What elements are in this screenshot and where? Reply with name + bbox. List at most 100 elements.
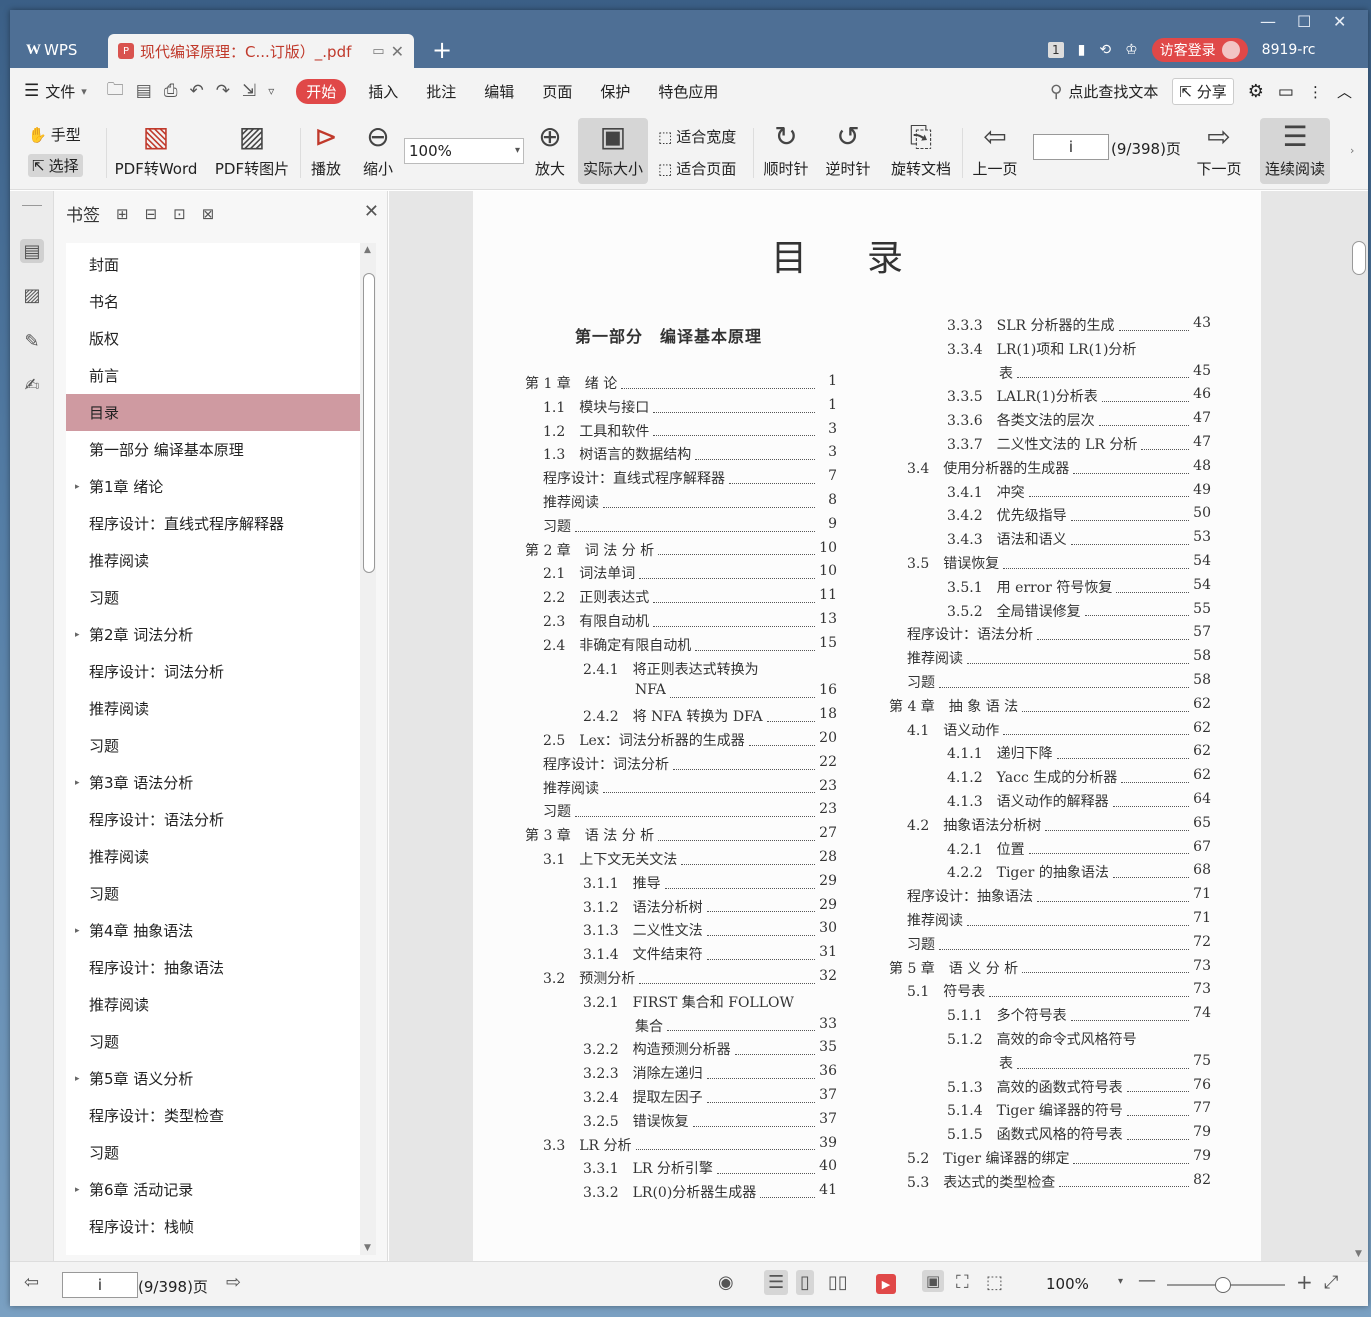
toc-entry[interactable]: NFA 16 [525, 682, 837, 706]
window-count-badge[interactable]: 1 [1048, 42, 1064, 58]
toc-entry[interactable]: 3.1 上下文无关文法 28 [525, 849, 837, 873]
toc-entry[interactable]: 3.1.4 文件结束符 31 [525, 944, 837, 968]
toc-entry[interactable]: 习题 23 [525, 801, 837, 825]
fit-width-button[interactable]: ⬚ 适合宽度 [658, 126, 736, 147]
zoom-slider-knob[interactable] [1215, 1277, 1231, 1293]
slideshow-icon[interactable]: ▶ [876, 1274, 896, 1294]
signature-icon[interactable]: ✍ [20, 373, 44, 397]
toc-entry[interactable]: 4.2.2 Tiger 的抽象语法 68 [889, 862, 1211, 886]
bookmark-item[interactable]: 习题 [66, 579, 360, 616]
toc-entry[interactable]: 5.1.5 函数式风格的符号表 79 [889, 1124, 1211, 1148]
toc-entry[interactable]: 3.3 LR 分析 39 [525, 1135, 837, 1159]
scroll-thumb[interactable] [363, 273, 375, 573]
tab-annotate[interactable]: 批注 [426, 81, 456, 102]
bookmark-panel-icon[interactable]: ▤ [20, 239, 44, 263]
next-page-icon[interactable]: ⇨ [226, 1272, 241, 1293]
single-page-icon[interactable]: ▯ [796, 1270, 814, 1295]
toc-entry[interactable]: 2.4.1 将正则表达式转换为 [525, 659, 837, 683]
toc-entry[interactable]: 第 3 章 语 法 分 析 27 [525, 825, 837, 849]
bookmark-item[interactable]: ▸ 第1章 绪论 [66, 468, 360, 505]
toc-entry[interactable]: 5.1.3 高效的函数式符号表 76 [889, 1077, 1211, 1101]
bookmark-item[interactable]: 程序设计：类型检查 [66, 1097, 360, 1134]
toc-entry[interactable]: 5.1.2 高效的命令式风格符号 [889, 1029, 1211, 1053]
toc-entry[interactable]: 4.1.2 Yacc 生成的分析器 62 [889, 767, 1211, 791]
close-tab-icon[interactable]: ✕ [391, 42, 404, 61]
toc-entry[interactable]: 4.1.1 递归下降 62 [889, 743, 1211, 767]
bookmark-item[interactable]: ▸ 第4章 抽象语法 [66, 912, 360, 949]
expand-arrow-icon[interactable]: ▸ [75, 482, 80, 492]
print-icon[interactable]: ⎙ [164, 81, 178, 101]
bookmark-item[interactable]: 程序设计：栈帧 [66, 1208, 360, 1245]
monitor-icon[interactable]: ▭ [372, 44, 384, 59]
annotation-icon[interactable]: ✎ [20, 329, 44, 353]
rotate-counterclockwise-button[interactable]: ↺ 逆时针 [824, 120, 872, 179]
toc-entry[interactable]: 3.2.4 提取左因子 37 [525, 1087, 837, 1111]
toc-entry[interactable]: 第 4 章 抽 象 语 法 62 [889, 696, 1211, 720]
bookmark-item[interactable]: 第一部分 编译基本原理 [66, 431, 360, 468]
add-bookmark-icon[interactable]: ⊡ [173, 205, 186, 223]
new-tab-button[interactable]: + [432, 36, 452, 64]
sync-icon[interactable]: ⟲ [1099, 42, 1111, 58]
toc-entry[interactable]: 推荐阅读 23 [525, 778, 837, 802]
toc-entry[interactable]: 表 45 [889, 363, 1211, 387]
toc-entry[interactable]: 5.1 符号表 73 [889, 981, 1211, 1005]
bookmark-item[interactable]: 推荐阅读 [66, 690, 360, 727]
collapse-ribbon-icon[interactable]: ︿ [1337, 81, 1352, 102]
bookmark-item[interactable]: 程序设计：直线式程序解释器 [66, 505, 360, 542]
undo-icon[interactable]: ↶ [189, 81, 203, 101]
bookmark-item[interactable]: 版权 [66, 320, 360, 357]
bookmark-item[interactable]: ▸ 第3章 语法分析 [66, 764, 360, 801]
export-icon[interactable]: ⇲ [242, 81, 256, 101]
save-icon[interactable]: ▤ [136, 81, 152, 101]
bookmark-item[interactable]: 程序设计：词法分析 [66, 653, 360, 690]
visitor-login-button[interactable]: 访客登录 [1151, 38, 1248, 62]
bookmark-options-icon[interactable]: ⊠ [202, 205, 215, 223]
toc-entry[interactable]: 习题 72 [889, 934, 1211, 958]
chevron-down-icon[interactable]: ▾ [1118, 1276, 1123, 1287]
status-zoom-value[interactable]: 100% [1046, 1275, 1089, 1293]
eye-protect-icon[interactable]: ◉ [718, 1272, 734, 1293]
double-page-icon[interactable]: ▯▯ [828, 1272, 848, 1293]
select-tool-button[interactable]: ⇱ 选择 [28, 154, 83, 177]
bookmark-item[interactable]: 程序设计：抽象语法 [66, 949, 360, 986]
toc-entry[interactable]: 1.2 工具和软件 3 [525, 421, 837, 445]
toc-entry[interactable]: 2.4 非确定有限自动机 15 [525, 635, 837, 659]
continuous-mode-icon[interactable]: ☰ [764, 1270, 789, 1295]
toc-entry[interactable]: 程序设计：直线式程序解释器 7 [525, 468, 837, 492]
toc-entry[interactable]: 第 5 章 语 义 分 析 73 [889, 958, 1211, 982]
toc-entry[interactable]: 3.4.2 优先级指导 50 [889, 505, 1211, 529]
toc-entry[interactable]: 5.3 表达式的类型检查 82 [889, 1172, 1211, 1196]
tab-protect[interactable]: 保护 [600, 81, 630, 102]
scroll-up-icon[interactable]: ▲ [364, 245, 371, 255]
continuous-read-button[interactable]: ☰ 连续阅读 [1260, 118, 1330, 184]
toc-entry[interactable]: 3.4.3 语法和语义 53 [889, 529, 1211, 553]
find-text-button[interactable]: ⚲ 点此查找文本 [1050, 81, 1158, 102]
toc-entry[interactable]: 3.5 错误恢复 54 [889, 553, 1211, 577]
more-dropdown-icon[interactable]: ▿ [268, 84, 274, 98]
actual-size-icon[interactable]: ▣ [922, 1270, 945, 1292]
toc-entry[interactable]: 4.2.1 位置 67 [889, 839, 1211, 863]
bookmark-item[interactable]: 习题 [66, 1023, 360, 1060]
zoom-select[interactable]: 100% [404, 138, 524, 164]
ribbon-scroll-right-icon[interactable]: › [1350, 144, 1354, 157]
toc-entry[interactable]: 5.1.4 Tiger 编译器的符号 77 [889, 1100, 1211, 1124]
toc-entry[interactable]: 3.2.3 消除左递归 36 [525, 1063, 837, 1087]
toc-entry[interactable]: 推荐阅读 58 [889, 648, 1211, 672]
page-number-input[interactable]: i [1033, 134, 1109, 160]
toc-entry[interactable]: 2.4.2 将 NFA 转换为 DFA 18 [525, 706, 837, 730]
file-menu[interactable]: ☰ 文件 ▾ [24, 81, 87, 102]
skin-icon[interactable]: ♔ [1125, 42, 1138, 58]
close-panel-icon[interactable]: ✕ [364, 201, 379, 222]
fit-page-button[interactable]: ⬚ 适合页面 [658, 158, 736, 179]
toc-entry[interactable]: 推荐阅读 71 [889, 910, 1211, 934]
toc-entry[interactable]: 3.3.3 SLR 分析器的生成 43 [889, 315, 1211, 339]
toc-entry[interactable]: 3.2.2 构造预测分析器 35 [525, 1039, 837, 1063]
bookmark-item[interactable]: 习题 [66, 1134, 360, 1171]
toc-entry[interactable]: 3.2.5 错误恢复 37 [525, 1111, 837, 1135]
prev-page-button[interactable]: ⇦ 上一页 [970, 120, 1020, 179]
tab-insert[interactable]: 插入 [368, 81, 398, 102]
expand-arrow-icon[interactable]: ▸ [75, 778, 80, 788]
share-button[interactable]: ⇱ 分享 [1172, 78, 1234, 105]
toc-entry[interactable]: 程序设计：词法分析 22 [525, 754, 837, 778]
toc-entry[interactable]: 2.5 Lex：词法分析器的生成器 20 [525, 730, 837, 754]
